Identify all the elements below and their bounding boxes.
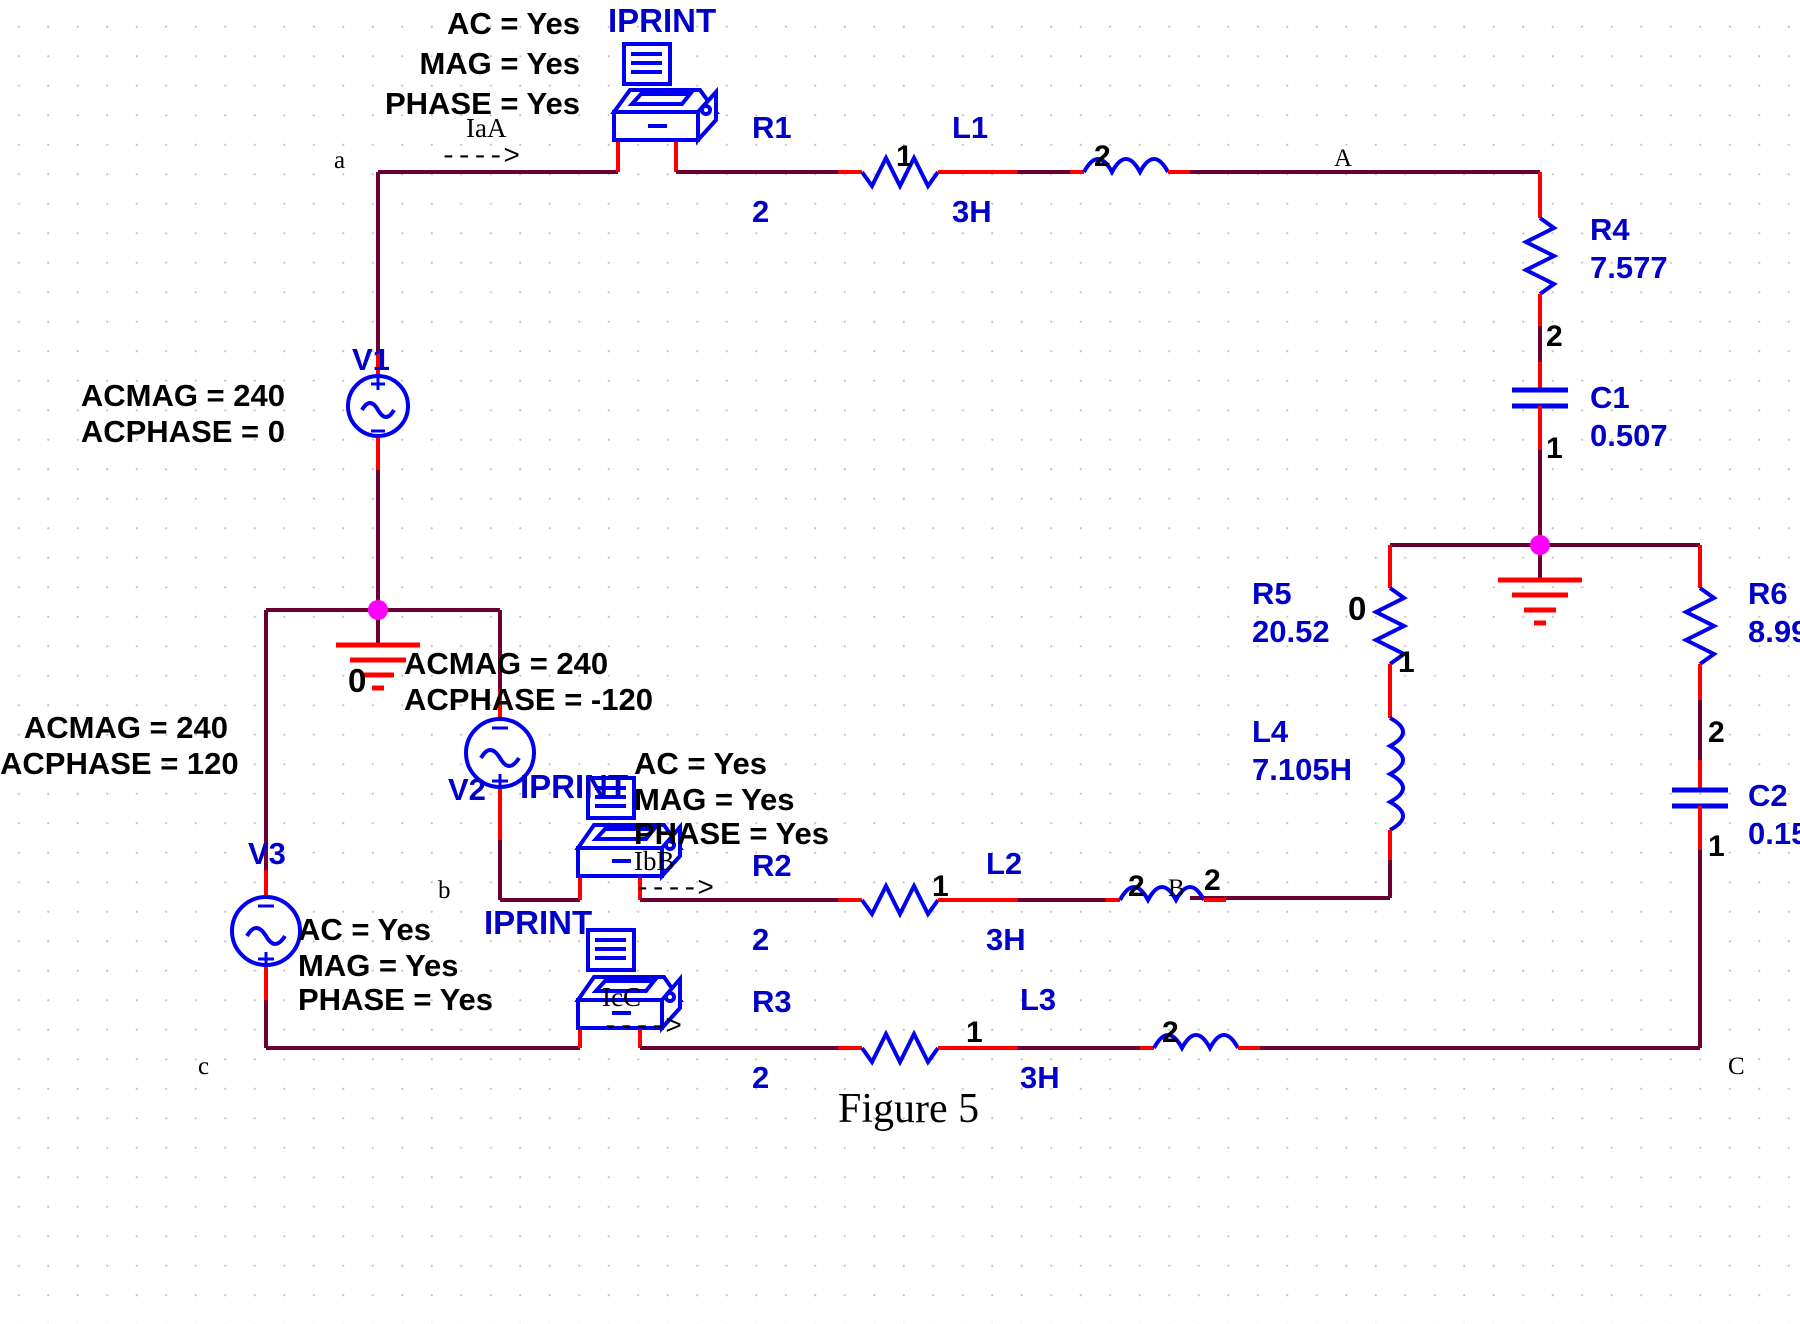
r2-ref: R2 [752, 848, 792, 883]
resistor-r4[interactable] [1521, 216, 1559, 296]
ground-symbol-right [1498, 577, 1582, 626]
r4-pin2: 2 [1546, 320, 1563, 353]
capacitor-c2[interactable] [1672, 787, 1728, 809]
l2-pin1: 1 [932, 870, 949, 903]
r6-value: 8.992 [1748, 614, 1800, 649]
l2-pin2: 2 [1128, 870, 1145, 903]
junction-dot-right [1530, 535, 1550, 555]
r6-ref: R6 [1748, 576, 1788, 611]
r4-ref: R4 [1590, 212, 1630, 247]
l4-ref: L4 [1252, 714, 1289, 749]
ac-source-v3[interactable] [230, 895, 302, 967]
inductor-l4[interactable] [1385, 716, 1405, 832]
v2-ref: V2 [448, 772, 486, 807]
iprint3-current-label: IcC [602, 982, 641, 1012]
l1-pin2: 2 [1094, 140, 1111, 173]
l4-pin2: 2 [1204, 864, 1221, 897]
l2-ref: L2 [986, 846, 1023, 881]
r1-value: 2 [752, 194, 770, 229]
c2-pin1: 1 [1708, 830, 1725, 863]
iprint2-current-label: IbB [634, 846, 675, 876]
l4-value: 7.105H [1252, 752, 1352, 787]
node-label-c: c [198, 1053, 210, 1080]
ac-source-v1[interactable] [346, 374, 410, 438]
l3-value: 3H [1020, 1060, 1060, 1095]
node-label-C: C [1728, 1053, 1745, 1080]
node-label-B: B [1168, 875, 1185, 902]
iprint3-title: IPRINT [484, 904, 593, 941]
v2-acphase-label: ACPHASE = -120 [404, 682, 653, 717]
r4-value: 7.577 [1590, 250, 1668, 285]
iprint3-ac-label: AC = Yes [298, 912, 431, 947]
c1-value: 0.507 [1590, 418, 1668, 453]
resistor-r6[interactable] [1681, 586, 1719, 666]
v1-ref: V1 [352, 342, 390, 377]
v1-acmag-label: ACMAG = 240 [80, 378, 285, 413]
resistor-r2[interactable] [860, 881, 940, 919]
ground-left-label: 0 [348, 662, 367, 699]
iprint-icon-1[interactable] [610, 42, 720, 146]
l1-pin1: 1 [896, 140, 913, 173]
iprint1-phase-label: PHASE = Yes [384, 86, 580, 121]
iprint3-mag-label: MAG = Yes [298, 948, 459, 983]
iprint1-current-label: IaA [466, 113, 507, 143]
junction-dot-left [368, 600, 388, 620]
r5-value: 20.52 [1252, 614, 1330, 649]
c2-ref: C2 [1748, 778, 1788, 813]
r5-pin1: 1 [1398, 646, 1415, 679]
ground-right-label: 0 [1348, 590, 1367, 627]
c1-ref: C1 [1590, 380, 1630, 415]
l3-pin1: 1 [966, 1016, 983, 1049]
node-label-b: b [438, 877, 451, 904]
l1-ref: L1 [952, 110, 989, 145]
node-label-A: A [1334, 145, 1353, 172]
c2-value: 0.158 [1748, 816, 1800, 851]
figure-caption: Figure 5 [838, 1086, 980, 1132]
iprint2-title: IPRINT [520, 768, 629, 805]
v2-acmag-label: ACMAG = 240 [404, 646, 609, 681]
c1-pin1: 1 [1546, 432, 1563, 465]
iprint2-ac-label: AC = Yes [634, 746, 767, 781]
iprint1-arrow: ----> [440, 142, 520, 173]
r5-ref: R5 [1252, 576, 1292, 611]
capacitor-c1[interactable] [1512, 387, 1568, 409]
iprint2-phase-label: PHASE = Yes [634, 816, 830, 851]
l1-value: 3H [952, 194, 992, 229]
iprint1-ac-label: AC = Yes [447, 6, 580, 41]
v1-acphase-label: ACPHASE = 0 [80, 414, 285, 449]
r3-ref: R3 [752, 984, 792, 1019]
iprint2-mag-label: MAG = Yes [634, 782, 795, 817]
iprint2-arrow: ----> [634, 874, 714, 905]
l2-value: 3H [986, 922, 1026, 957]
l3-ref: L3 [1020, 982, 1057, 1017]
v3-ref: V3 [248, 836, 286, 871]
resistor-r3[interactable] [860, 1029, 940, 1067]
schematic-canvas: AC = Yes MAG = Yes PHASE = Yes IPRINT Ia… [0, 0, 1800, 1324]
node-label-a: a [334, 147, 346, 174]
r6-pin2: 2 [1708, 716, 1725, 749]
v3-acmag-label: ACMAG = 240 [23, 710, 228, 745]
iprint1-title: IPRINT [608, 2, 717, 39]
r3-value: 2 [752, 1060, 770, 1095]
iprint3-phase-label: PHASE = Yes [298, 982, 494, 1017]
iprint3-arrow: ----> [602, 1012, 682, 1043]
l3-pin2: 2 [1162, 1016, 1179, 1049]
iprint1-mag-label: MAG = Yes [419, 46, 580, 81]
r2-value: 2 [752, 922, 770, 957]
v3-acphase-label: ACPHASE = 120 [0, 746, 239, 781]
r1-ref: R1 [752, 110, 792, 145]
